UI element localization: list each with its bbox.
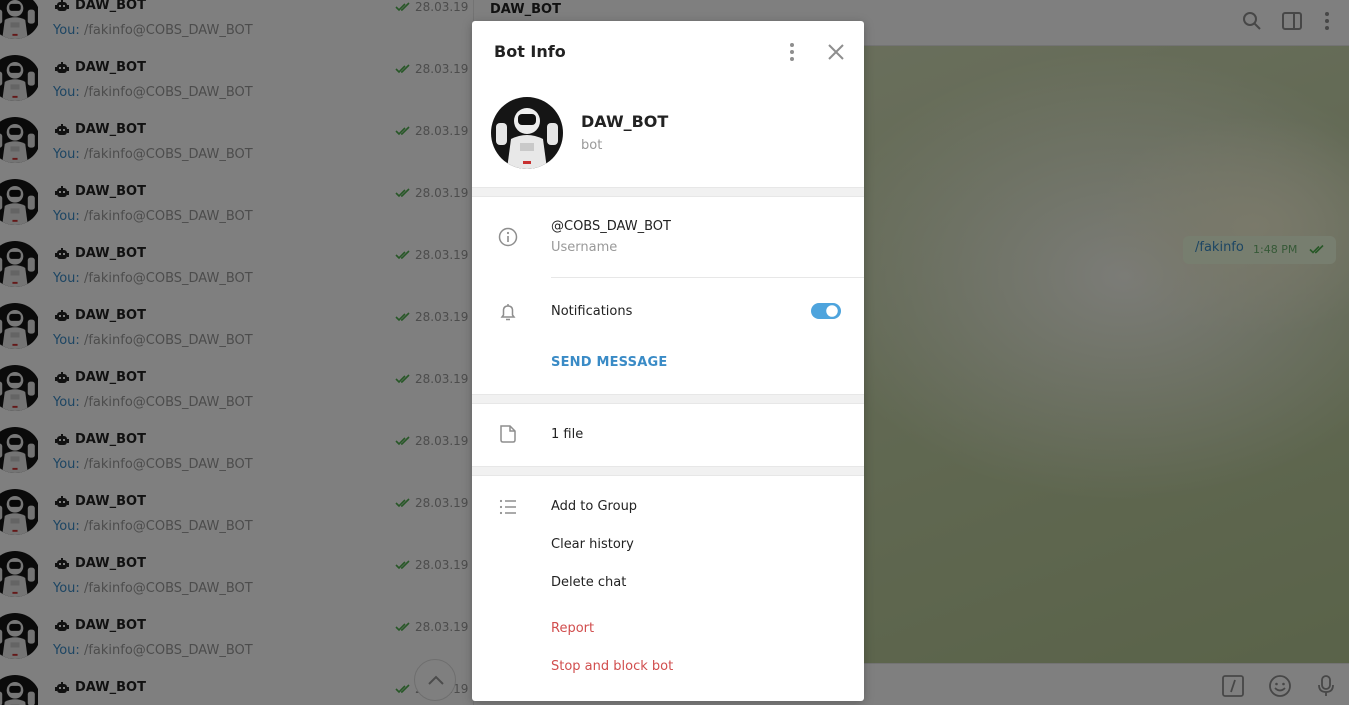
section-divider [472, 394, 864, 404]
bot-name: DAW_BOT [581, 112, 669, 131]
more-vertical-icon[interactable] [782, 41, 802, 63]
bot-status: bot [581, 138, 603, 153]
username-value[interactable]: @COBS_DAW_BOT [551, 219, 671, 234]
stop-and-block-bot-button[interactable]: Stop and block bot [551, 659, 673, 674]
report-button[interactable]: Report [551, 621, 594, 636]
close-icon[interactable] [826, 42, 846, 62]
info-icon [498, 227, 518, 247]
send-message-button[interactable]: SEND MESSAGE [551, 355, 667, 370]
delete-chat-button[interactable]: Delete chat [551, 575, 626, 590]
bot-avatar[interactable] [491, 97, 563, 169]
dialog-title: Bot Info [494, 42, 566, 61]
username-label: Username [551, 240, 618, 255]
add-to-group-button[interactable]: Add to Group [551, 499, 637, 514]
section-divider [472, 466, 864, 476]
files-row[interactable]: 1 file [551, 427, 583, 442]
list-icon [499, 499, 516, 515]
notifications-label: Notifications [551, 304, 633, 319]
file-icon [500, 425, 516, 443]
clear-history-button[interactable]: Clear history [551, 537, 634, 552]
row-separator [551, 277, 864, 278]
bell-icon [500, 304, 516, 321]
section-divider [472, 187, 864, 197]
notifications-toggle[interactable] [811, 302, 841, 320]
bot-info-dialog: Bot Info DAW_BOT bot @COBS_DAW_BOT Usern… [472, 21, 864, 701]
